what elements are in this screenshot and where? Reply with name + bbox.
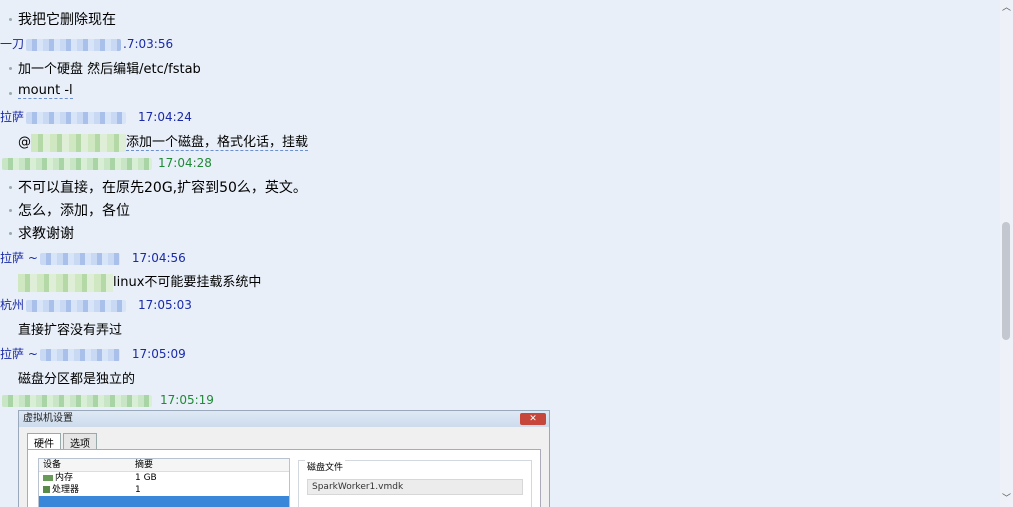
redacted-mention [18, 273, 113, 292]
dialog-titlebar: 虚拟机设置 ✕ [19, 411, 549, 427]
redacted-name [2, 394, 152, 407]
message-text: 求教谢谢 [18, 226, 74, 242]
embedded-screenshot[interactable]: 虚拟机设置 ✕ 硬件 选项 设备 摘要 内存 1 GB 处理器 1 磁盘文件 S… [18, 410, 550, 507]
bullet [9, 92, 12, 95]
message-text: mount -l [18, 83, 73, 99]
disk-file-value: SparkWorker1.vmdk [307, 479, 523, 495]
memory-icon [43, 474, 53, 481]
disk-file-label: 磁盘文件 [305, 460, 346, 473]
scroll-down-icon[interactable]: ﹀ [1001, 493, 1012, 505]
message-text: 加一个硬盘 然后编辑/etc/fstab [18, 62, 201, 77]
message-time: 17:05:19 [160, 393, 214, 407]
table-row: 处理器 1 [39, 484, 289, 496]
bullet [9, 209, 12, 212]
sender-name: 杭州 [0, 298, 25, 312]
column-header-summary: 摘要 [135, 460, 154, 470]
table-row: 内存 1 GB [39, 472, 289, 484]
table-row-selected [39, 496, 289, 507]
device-name: 处理器 [52, 485, 80, 495]
message-time: 17:05:09 [131, 347, 186, 361]
message-text: 我把它删除现在 [18, 12, 116, 28]
sender-name: 拉萨 ~ [0, 347, 38, 361]
sender-name: 拉萨 ~ [0, 251, 38, 265]
bullet [9, 186, 12, 189]
device-summary: 1 [135, 485, 141, 495]
sender-line: 一刀 .7:03:56 [0, 35, 173, 52]
column-header-device: 设备 [43, 460, 62, 470]
message-time: 17:04:24 [138, 110, 192, 124]
bullet [9, 18, 12, 21]
scrollbar-thumb[interactable] [1002, 222, 1010, 340]
processor-icon [43, 486, 50, 493]
message-text: 磁盘分区都是独立的 [18, 372, 136, 387]
sender-line: 拉萨 ~ 17:04:56 [0, 249, 186, 266]
disk-file-group: 磁盘文件 SparkWorker1.vmdk [298, 460, 532, 507]
close-icon: ✕ [520, 413, 546, 425]
chat-history: 我把它删除现在 一刀 .7:03:56 加一个硬盘 然后编辑/etc/fstab … [0, 0, 1000, 507]
tab-panel: 设备 摘要 内存 1 GB 处理器 1 磁盘文件 SparkWorker1.vm… [27, 449, 541, 507]
message-time: 17:04:28 [158, 156, 212, 170]
sender-line: 杭州 17:05:03 [0, 296, 192, 313]
message-mention: @ 添加一个磁盘，格式化话，挂载 [18, 131, 309, 152]
message-text: linux不可能要挂载系统中 [113, 275, 262, 290]
vertical-scrollbar[interactable]: ︿ ﹀ [1000, 0, 1013, 507]
sender-name: 拉萨 [0, 110, 25, 124]
device-summary: 1 GB [135, 473, 157, 483]
scroll-up-icon[interactable]: ︿ [1001, 2, 1012, 14]
redacted-name [26, 111, 127, 124]
sender-line: 拉萨 17:04:24 [0, 108, 192, 125]
dialog-title: 虚拟机设置 [23, 413, 73, 424]
mention-at: @ [18, 135, 31, 150]
message-text: 直接扩容没有弄过 [18, 323, 123, 338]
sender-name: 一刀 [0, 37, 25, 51]
message-text: 添加一个磁盘，格式化话，挂载 [126, 135, 309, 151]
table-header: 设备 摘要 [39, 459, 289, 472]
message-time: 17:04:56 [131, 251, 186, 265]
message-mention: linux不可能要挂载系统中 [18, 271, 261, 292]
message-text: 怎么，添加，各位 [18, 203, 130, 219]
redacted-name [26, 299, 127, 312]
sender-line: 17:05:19 [0, 393, 214, 407]
device-name: 内存 [55, 473, 74, 483]
bullet [9, 67, 12, 70]
message-time: 17:05:03 [138, 298, 192, 312]
device-table: 设备 摘要 内存 1 GB 处理器 1 [38, 458, 290, 507]
redacted-name [2, 157, 152, 170]
sender-line: 17:04:28 [0, 156, 212, 170]
bullet [9, 232, 12, 235]
dialog-body: 硬件 选项 设备 摘要 内存 1 GB 处理器 1 磁盘文件 SparkWork… [19, 427, 549, 507]
redacted-name [39, 348, 120, 361]
message-time: .7:03:56 [123, 37, 174, 51]
sender-line: 拉萨 ~ 17:05:09 [0, 345, 186, 362]
redacted-name [39, 252, 120, 265]
message-text: 不可以直接，在原先20G,扩容到50么，英文。 [18, 180, 307, 196]
redacted-mention [31, 133, 126, 152]
redacted-name [26, 38, 122, 51]
